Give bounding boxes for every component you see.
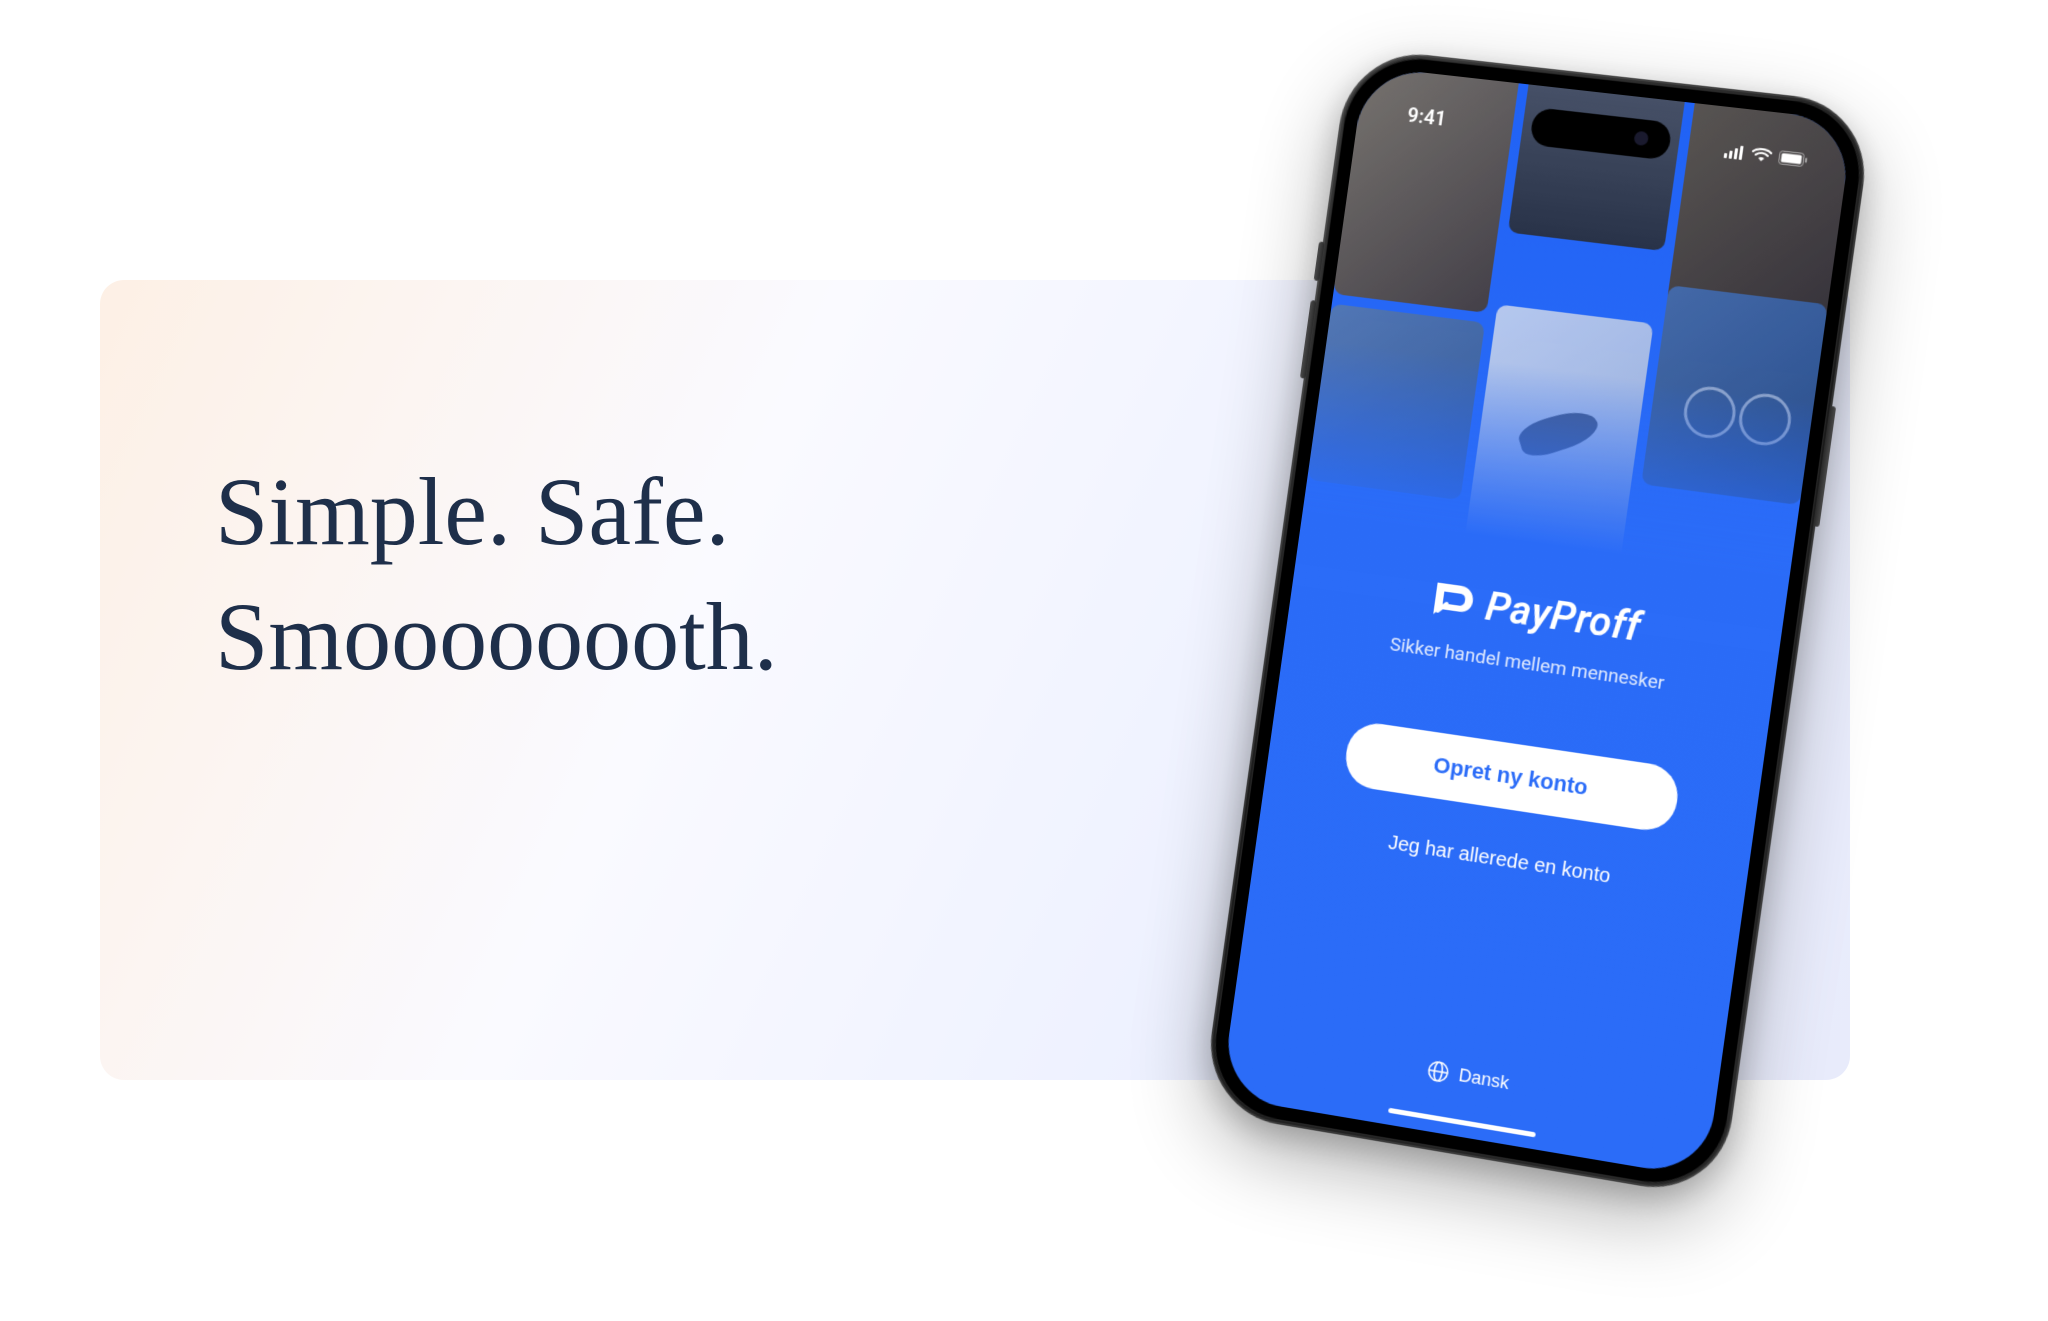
hero-headline: Simple. Safe. Smoooooooth. [215, 450, 965, 700]
app-content: PayProff Sikker handel mellem mennesker … [1220, 555, 1783, 1178]
photo-tile [1641, 285, 1828, 505]
payproff-logo-icon [1424, 574, 1478, 628]
wifi-icon [1751, 147, 1773, 163]
cellular-signal-icon [1724, 144, 1746, 160]
photo-tile [1307, 304, 1485, 501]
hero-section: Simple. Safe. Smoooooooth. 9:41 [0, 0, 2048, 1321]
battery-icon [1778, 150, 1808, 167]
status-time: 9:41 [1387, 101, 1448, 131]
status-icons [1724, 144, 1819, 169]
app-tagline: Sikker handel mellem mennesker [1389, 632, 1667, 694]
app-logo-text: PayProff [1483, 582, 1644, 650]
globe-icon [1426, 1059, 1451, 1084]
photo-tile [1464, 305, 1653, 563]
